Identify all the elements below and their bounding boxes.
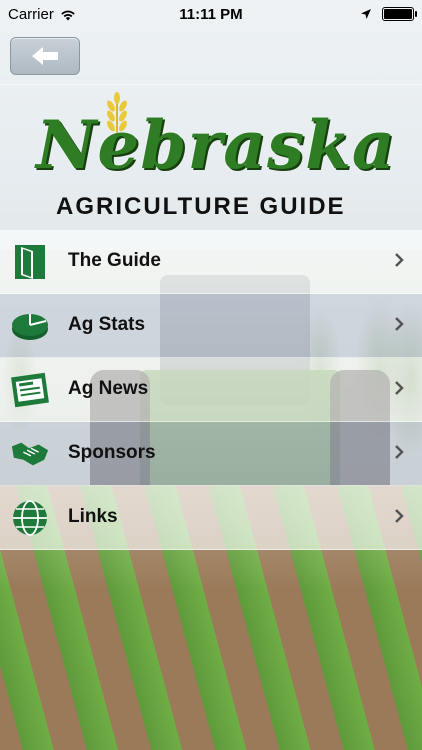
chevron-right-icon — [395, 381, 404, 395]
battery-icon — [382, 7, 417, 21]
globe-icon — [10, 498, 50, 538]
book-icon — [10, 242, 50, 282]
logo-title: Nebraska — [36, 106, 396, 184]
handshake-icon — [10, 434, 50, 474]
status-right-group — [360, 7, 417, 21]
menu-item-sponsors[interactable]: Sponsors — [0, 422, 422, 486]
pie-chart-icon — [10, 306, 50, 346]
logo-subtitle: AGRICULTURE GUIDE — [56, 193, 346, 220]
menu-item-label: Sponsors — [68, 442, 156, 463]
menu-item-links[interactable]: Links — [0, 486, 422, 550]
main-menu: The Guide Ag Stats Ag News Sponsors Link… — [0, 230, 422, 550]
menu-item-the-guide[interactable]: The Guide — [0, 230, 422, 294]
chevron-right-icon — [395, 317, 404, 331]
app-logo: Nebraska AGRICULTURE GUIDE — [36, 92, 396, 222]
menu-item-label: Ag News — [68, 378, 149, 399]
menu-item-ag-news[interactable]: Ag News — [0, 358, 422, 422]
status-bar: Carrier 11:11 PM — [0, 0, 422, 30]
newspaper-icon — [10, 370, 50, 410]
menu-item-label: Ag Stats — [68, 314, 146, 335]
location-arrow-icon — [361, 9, 371, 19]
status-time: 11:11 PM — [179, 6, 243, 23]
back-button[interactable] — [10, 37, 80, 75]
menu-item-label: Links — [68, 506, 118, 527]
chevron-right-icon — [395, 509, 404, 523]
chevron-right-icon — [395, 445, 404, 459]
back-arrow-icon — [32, 47, 58, 65]
chevron-right-icon — [395, 253, 404, 267]
nav-divider — [0, 84, 422, 85]
menu-item-ag-stats[interactable]: Ag Stats — [0, 294, 422, 358]
menu-item-label: The Guide — [68, 250, 161, 271]
